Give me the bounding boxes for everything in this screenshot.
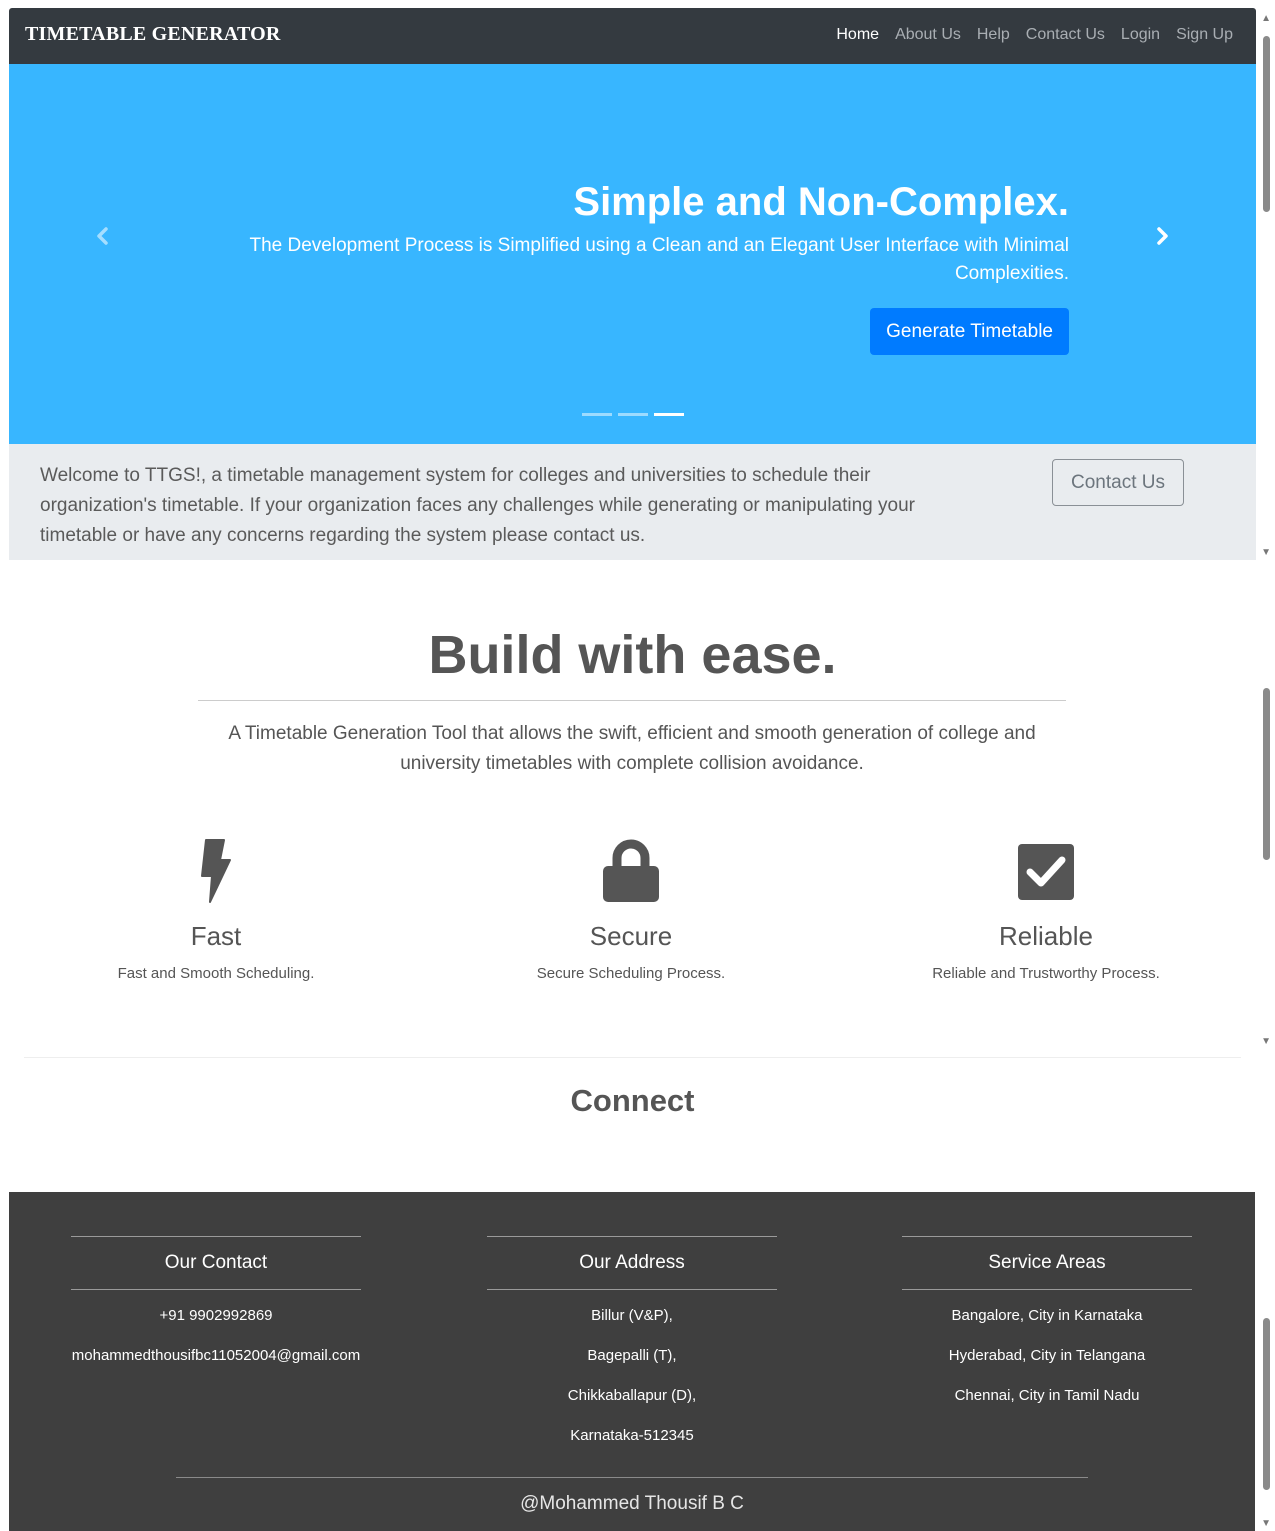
carousel-prev-button[interactable] bbox=[91, 224, 115, 248]
footer-email[interactable]: mohammedthousifbc11052004@gmail.com bbox=[71, 1346, 361, 1366]
checkbox-checked-icon bbox=[1018, 844, 1074, 900]
features-heading: Build with ease. bbox=[428, 625, 837, 685]
footer-column-contact: Our Contact +91 9902992869 mohammedthous… bbox=[71, 1236, 361, 1386]
connect-heading: Connect bbox=[570, 1083, 695, 1118]
scrollbar-thumb[interactable] bbox=[1263, 36, 1270, 212]
footer-heading: Our Contact bbox=[164, 1252, 268, 1273]
footer-phone: +91 9902992869 bbox=[159, 1307, 273, 1324]
nav-link-sign-up[interactable]: Sign Up bbox=[1176, 26, 1233, 44]
chevron-right-icon bbox=[1157, 227, 1168, 245]
footer-divider bbox=[176, 1477, 1088, 1478]
footer-heading: Service Areas bbox=[988, 1252, 1106, 1273]
welcome-banner: Welcome to TTGS!, a timetable management… bbox=[9, 444, 1256, 560]
nav-link-contact-us[interactable]: Contact Us bbox=[1026, 26, 1105, 44]
footer-column-address: Our Address Billur (V&P), Bagepalli (T),… bbox=[487, 1236, 777, 1466]
carousel-caption: Simple and Non-Complex. The Development … bbox=[189, 180, 1069, 355]
scroll-down-arrow[interactable]: ▼ bbox=[1261, 1519, 1271, 1529]
footer-rule bbox=[487, 1289, 777, 1290]
scroll-up-arrow[interactable]: ▲ bbox=[1261, 14, 1271, 24]
feature-text: Fast and Smooth Scheduling. bbox=[117, 965, 315, 982]
carousel-indicator-2[interactable] bbox=[618, 413, 648, 416]
nav-link-about-us[interactable]: About Us bbox=[895, 26, 961, 44]
footer-rule bbox=[71, 1289, 361, 1290]
welcome-text: Welcome to TTGS!, a timetable management… bbox=[40, 465, 915, 546]
carousel-next-button[interactable] bbox=[1150, 224, 1174, 248]
footer-address-line: Chikkaballapur (D), bbox=[567, 1387, 697, 1404]
feature-secure: Secure Secure Scheduling Process. bbox=[466, 838, 796, 984]
nav-link-login[interactable]: Login bbox=[1121, 26, 1160, 44]
footer-credit: @Mohammed Thousif B C bbox=[520, 1493, 744, 1514]
scrollbar-thumb[interactable] bbox=[1263, 1318, 1270, 1490]
lightning-bolt-icon bbox=[201, 839, 231, 903]
feature-title: Secure bbox=[589, 921, 673, 951]
nav-links: Home About Us Help Contact Us Login Sign… bbox=[820, 26, 1233, 44]
feature-fast: Fast Fast and Smooth Scheduling. bbox=[51, 838, 381, 984]
feature-text: Secure Scheduling Process. bbox=[536, 965, 726, 982]
hero-carousel: Simple and Non-Complex. The Development … bbox=[9, 64, 1256, 444]
footer-rule bbox=[902, 1289, 1192, 1290]
feature-title: Reliable bbox=[999, 921, 1093, 951]
scroll-down-arrow[interactable]: ▼ bbox=[1261, 548, 1271, 558]
feature-title: Fast bbox=[190, 921, 242, 951]
chevron-left-icon bbox=[97, 227, 108, 245]
feature-text: Reliable and Trustworthy Process. bbox=[932, 965, 1160, 982]
footer-column-service-areas: Service Areas Bangalore, City in Karnata… bbox=[902, 1236, 1192, 1426]
nav-link-home[interactable]: Home bbox=[836, 26, 879, 44]
footer: Our Contact +91 9902992869 mohammedthous… bbox=[9, 1192, 1255, 1531]
lock-icon bbox=[603, 839, 659, 902]
footer-service-area: Chennai, City in Tamil Nadu bbox=[954, 1387, 1140, 1404]
carousel-indicator-1[interactable] bbox=[582, 413, 612, 416]
features-description: A Timetable Generation Tool that allows … bbox=[228, 723, 1036, 774]
features-divider bbox=[198, 700, 1066, 701]
footer-service-area: Hyderabad, City in Telangana bbox=[948, 1347, 1146, 1364]
contact-us-button[interactable]: Contact Us bbox=[1052, 459, 1184, 506]
connect-divider bbox=[24, 1057, 1241, 1058]
generate-timetable-button[interactable]: Generate Timetable bbox=[870, 308, 1069, 355]
carousel-indicator-3[interactable] bbox=[654, 413, 684, 416]
feature-reliable: Reliable Reliable and Trustworthy Proces… bbox=[881, 838, 1211, 984]
scroll-down-arrow[interactable]: ▼ bbox=[1261, 1037, 1271, 1047]
brand-logo[interactable]: TIMETABLE GENERATOR bbox=[25, 23, 281, 46]
carousel-subtitle: The Development Process is Simplified us… bbox=[249, 235, 1069, 284]
browser-viewport: TIMETABLE GENERATOR Home About Us Help C… bbox=[9, 8, 1256, 1531]
nav-link-help[interactable]: Help bbox=[977, 26, 1010, 44]
footer-service-area: Bangalore, City in Karnataka bbox=[951, 1307, 1143, 1324]
footer-address-line: Billur (V&P), bbox=[591, 1307, 673, 1324]
carousel-indicators bbox=[582, 413, 684, 416]
navbar: TIMETABLE GENERATOR Home About Us Help C… bbox=[9, 8, 1256, 64]
footer-address-line: Karnataka-512345 bbox=[570, 1427, 694, 1444]
footer-address-line: Bagepalli (T), bbox=[587, 1347, 677, 1364]
carousel-title: Simple and Non-Complex. bbox=[573, 180, 1069, 224]
footer-heading: Our Address bbox=[579, 1252, 685, 1273]
scrollbar-thumb[interactable] bbox=[1263, 688, 1270, 860]
